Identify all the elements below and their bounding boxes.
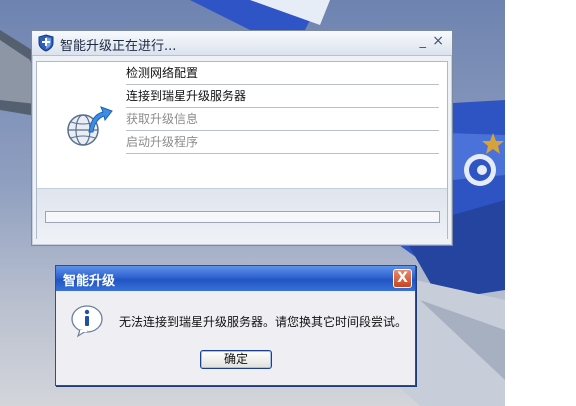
error-dialog: 智能升级 X 无法连接到瑞星升级服务器。请您换其它时间段尝试。 确定 <box>55 265 416 386</box>
step-get-update-info: 获取升级信息 <box>126 109 439 131</box>
upgrade-status-area <box>37 188 447 239</box>
info-icon <box>71 305 103 338</box>
dialog-close-button[interactable]: X <box>393 269 412 288</box>
step-connect-server: 连接到瑞星升级服务器 <box>126 86 439 108</box>
globe-update-icon <box>67 106 113 146</box>
dialog-titlebar[interactable]: 智能升级 X <box>56 266 415 291</box>
progress-bar <box>45 211 440 223</box>
ok-button[interactable]: 确定 <box>200 350 272 369</box>
upgrade-window-title: 智能升级正在进行... <box>60 39 177 54</box>
step-launch-upgrade: 启动升级程序 <box>126 132 439 154</box>
dialog-message: 无法连接到瑞星升级服务器。请您换其它时间段尝试。 <box>119 315 408 329</box>
minimize-button[interactable]: _ <box>420 34 427 49</box>
upgrade-window: 智能升级正在进行... _ × 检测网络配置 连接到瑞星升级服务器 获取升级信息… <box>31 30 453 246</box>
close-button[interactable]: × <box>432 33 444 49</box>
upgrade-panel: 检测网络配置 连接到瑞星升级服务器 获取升级信息 启动升级程序 <box>36 61 448 239</box>
step-check-network: 检测网络配置 <box>126 63 439 85</box>
dialog-title: 智能升级 <box>63 274 116 289</box>
shield-icon <box>38 34 54 52</box>
upgrade-window-titlebar[interactable]: 智能升级正在进行... _ × <box>32 31 452 56</box>
